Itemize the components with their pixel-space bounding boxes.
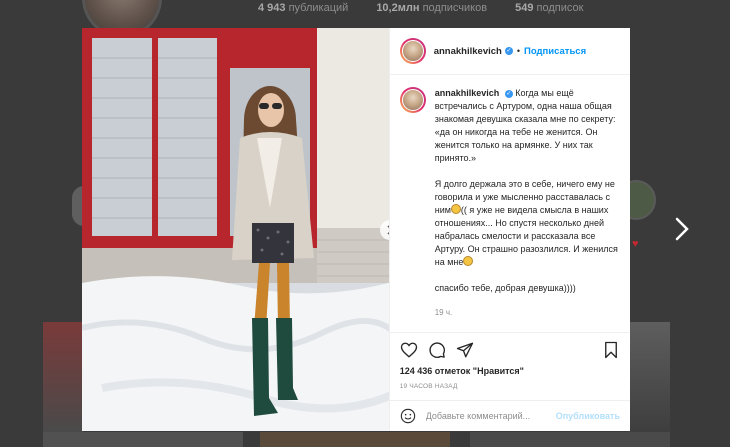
separator: • <box>516 46 520 56</box>
caption-paragraph-text: Когда мы ещё встречались с Артуром, одна… <box>434 88 618 163</box>
sad-emoji-icon <box>450 204 461 214</box>
comment-input[interactable] <box>425 411 556 421</box>
comment-bar: Опубликовать <box>389 400 630 431</box>
action-bar <box>389 332 630 366</box>
background-post-thumbnail <box>43 432 243 447</box>
next-post-chevron-right-icon[interactable] <box>674 216 690 242</box>
caption-username[interactable]: annakhilkevich <box>435 88 500 98</box>
publish-comment-button[interactable]: Опубликовать <box>556 411 620 421</box>
save-bookmark-icon[interactable] <box>602 341 620 359</box>
verified-badge-icon: ✓ <box>504 47 513 55</box>
background-post-thumbnail <box>628 322 670 432</box>
stat-count: 4 943 <box>258 2 286 14</box>
follow-button[interactable]: Подписаться <box>524 46 586 57</box>
caption-author-avatar[interactable] <box>399 87 426 113</box>
post-modal: annakhilkevich ✓ • Подписаться annakhilk… <box>82 28 630 431</box>
likes-label: отметок "Нравится" <box>434 366 524 376</box>
stat-label: подписок <box>536 2 584 14</box>
caption-paragraph: annakhilkevich ✓ Когда мы ещё встречалис… <box>435 87 620 165</box>
background-heart-icon: ♥ <box>632 238 639 250</box>
stat-following[interactable]: 549 подписок <box>515 2 583 14</box>
post-photo-image <box>82 28 389 431</box>
stat-posts[interactable]: 4 943 публикаций <box>258 2 348 14</box>
author-username[interactable]: annakhilkevich <box>434 46 502 57</box>
post-header: annakhilkevich ✓ • Подписаться <box>389 28 630 75</box>
author-avatar[interactable] <box>399 38 426 64</box>
background-post-thumbnail <box>43 322 83 432</box>
background-post-thumbnail <box>260 432 450 447</box>
stat-count: 549 <box>515 2 534 14</box>
profile-stats: 4 943 публикаций 10,2млн подписчиков 549… <box>258 2 611 14</box>
likes-count[interactable]: 124 436 отметок "Нравится" <box>390 366 630 380</box>
caption-timestamp[interactable]: 19 ч. <box>435 306 620 319</box>
background-post-thumbnail <box>470 432 670 447</box>
stat-count: 10,2млн <box>376 2 420 14</box>
stat-label: подписчиков <box>422 2 488 14</box>
emoji-picker-smiley-icon[interactable] <box>400 408 416 424</box>
like-heart-icon[interactable] <box>400 341 418 359</box>
post-sidebar: annakhilkevich ✓ • Подписаться annakhilk… <box>388 28 630 431</box>
posted-time[interactable]: 19 ЧАСОВ НАЗАД <box>390 380 630 400</box>
verified-badge-icon: ✓ <box>504 90 513 98</box>
smile-emoji-icon <box>463 256 474 266</box>
caption-paragraph-text: (( я уже не видела смысла в наших отноше… <box>434 205 621 267</box>
caption-paragraph: Я долго держала это в себе, ничего ему н… <box>435 178 620 269</box>
caption-text: annakhilkevich ✓ Когда мы ещё встречалис… <box>435 87 620 332</box>
stat-label: публикаций <box>288 2 349 14</box>
comment-icon[interactable] <box>428 341 446 359</box>
post-photo[interactable] <box>82 28 389 431</box>
stat-followers[interactable]: 10,2млн подписчиков <box>376 2 487 14</box>
likes-number: 124 436 <box>399 366 433 376</box>
caption-section: annakhilkevich ✓ Когда мы ещё встречалис… <box>390 75 630 332</box>
caption-paragraph: спасибо тебе, добрая девушка)))) <box>434 283 576 293</box>
share-icon[interactable] <box>456 341 474 359</box>
